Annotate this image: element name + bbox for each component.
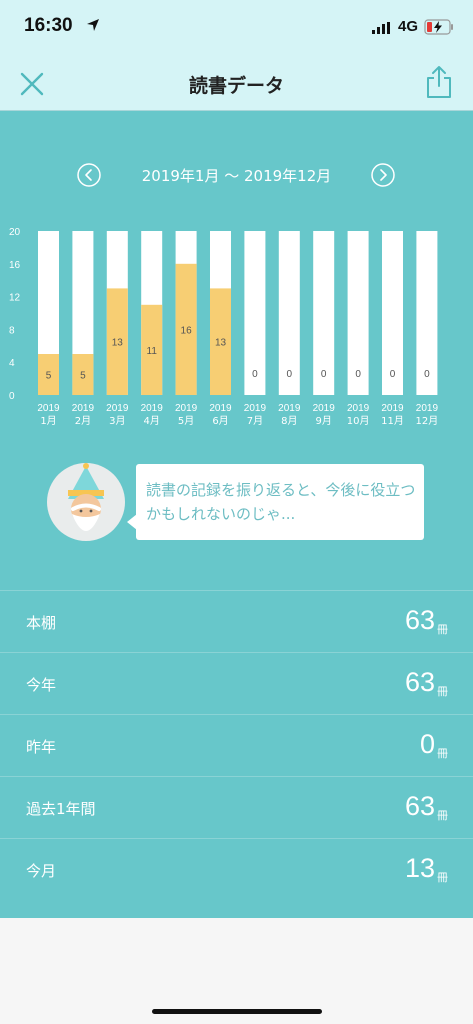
signal-icon: [372, 22, 390, 34]
stat-unit: 冊: [437, 685, 448, 698]
x-tick-month: 12月: [416, 415, 439, 427]
x-tick-month: 2月: [75, 415, 91, 427]
bar-value-label: 0: [287, 369, 293, 380]
share-icon[interactable]: [424, 64, 454, 100]
stat-value: 63: [404, 605, 435, 635]
x-tick-month: 9月: [316, 415, 332, 427]
date-range-label: 2019年1月 〜 2019年12月: [141, 167, 332, 185]
x-tick-month: 8月: [281, 415, 297, 427]
monthly-books-chart: 048121620520191月520192月1320193月1120194月1…: [9, 227, 439, 427]
stat-unit: 冊: [437, 809, 448, 822]
stat-unit: 冊: [437, 623, 448, 636]
stat-unit: 冊: [437, 747, 448, 760]
y-tick-label: 12: [9, 293, 21, 304]
battery-icon: [424, 19, 453, 35]
bottom-area: [0, 918, 473, 1024]
page-title: 読書データ: [188, 75, 284, 97]
x-tick-year: 2019: [209, 403, 232, 414]
x-tick-month: 1月: [40, 415, 56, 427]
bar-value-label: 16: [181, 325, 193, 336]
y-tick-label: 16: [9, 260, 21, 271]
stat-label: 本棚: [26, 614, 57, 632]
stat-label: 過去1年間: [26, 800, 96, 818]
stat-unit: 冊: [437, 871, 448, 884]
y-tick-label: 4: [9, 358, 15, 369]
bar-value-label: 11: [147, 346, 158, 357]
x-tick-month: 10月: [347, 415, 370, 427]
bar-value-label: 5: [80, 371, 86, 382]
stat-row-this-year[interactable]: 今年 63 冊: [0, 652, 473, 714]
stat-row-last-year[interactable]: 昨年 0 冊: [0, 714, 473, 776]
bar-value-label: 13: [112, 338, 124, 349]
x-tick-year: 2019: [37, 403, 60, 414]
location-arrow-icon: [87, 19, 99, 31]
x-tick-year: 2019: [141, 403, 164, 414]
status-time: 16:30: [24, 15, 73, 36]
x-tick-year: 2019: [244, 403, 267, 414]
x-tick-year: 2019: [175, 403, 198, 414]
bar-value-label: 0: [321, 369, 327, 380]
x-tick-month: 7月: [247, 415, 263, 427]
bar-value-label: 5: [46, 371, 52, 382]
stat-value: 63: [404, 667, 435, 697]
stat-row-this-month[interactable]: 今月 13 冊: [0, 838, 473, 900]
speech-text: 読書の記録を振り返ると、今後に役立つかもしれないのじゃ...: [146, 481, 416, 523]
status-bar: 16:30 4G: [0, 0, 473, 58]
y-tick-label: 0: [9, 391, 15, 402]
bar-value-label: 0: [424, 369, 430, 380]
x-tick-year: 2019: [106, 403, 129, 414]
bar-value-label: 0: [252, 369, 258, 380]
date-range-selector: 2019年1月 〜 2019年12月: [0, 163, 473, 187]
x-tick-year: 2019: [278, 403, 301, 414]
stat-row-past-year[interactable]: 過去1年間 63 冊: [0, 776, 473, 838]
bar-value-label: 13: [215, 338, 227, 349]
network-type: 4G: [398, 18, 419, 35]
y-tick-label: 20: [9, 227, 21, 238]
x-tick-month: 5月: [178, 415, 194, 427]
stat-label: 昨年: [26, 738, 57, 756]
x-tick-year: 2019: [313, 403, 336, 414]
x-tick-month: 11月: [381, 415, 404, 427]
wizard-avatar: [47, 463, 125, 541]
x-tick-year: 2019: [381, 403, 404, 414]
x-tick-year: 2019: [347, 403, 370, 414]
navigation-bar: 読書データ: [0, 58, 473, 111]
stat-row-shelf[interactable]: 本棚 63 冊: [0, 590, 473, 652]
y-tick-label: 8: [9, 325, 15, 336]
stat-value: 0: [419, 729, 435, 759]
stat-label: 今月: [26, 862, 57, 880]
stat-value: 13: [404, 853, 435, 883]
chevron-right-icon[interactable]: [371, 163, 395, 187]
x-tick-year: 2019: [416, 403, 439, 414]
stat-value: 63: [404, 791, 435, 821]
stat-label: 今年: [26, 676, 57, 694]
x-tick-month: 6月: [212, 415, 228, 427]
x-tick-year: 2019: [72, 403, 95, 414]
bar-value-label: 0: [355, 369, 361, 380]
x-tick-month: 4月: [144, 415, 160, 427]
stats-list: 本棚 63 冊 今年 63 冊 昨年 0 冊 過去1年間 63 冊 今月 13 …: [0, 590, 473, 900]
home-indicator: [152, 1009, 322, 1014]
x-tick-month: 3月: [109, 415, 125, 427]
speech-bubble: 読書の記録を振り返ると、今後に役立つかもしれないのじゃ...: [127, 464, 424, 540]
bar-value-label: 0: [390, 369, 396, 380]
